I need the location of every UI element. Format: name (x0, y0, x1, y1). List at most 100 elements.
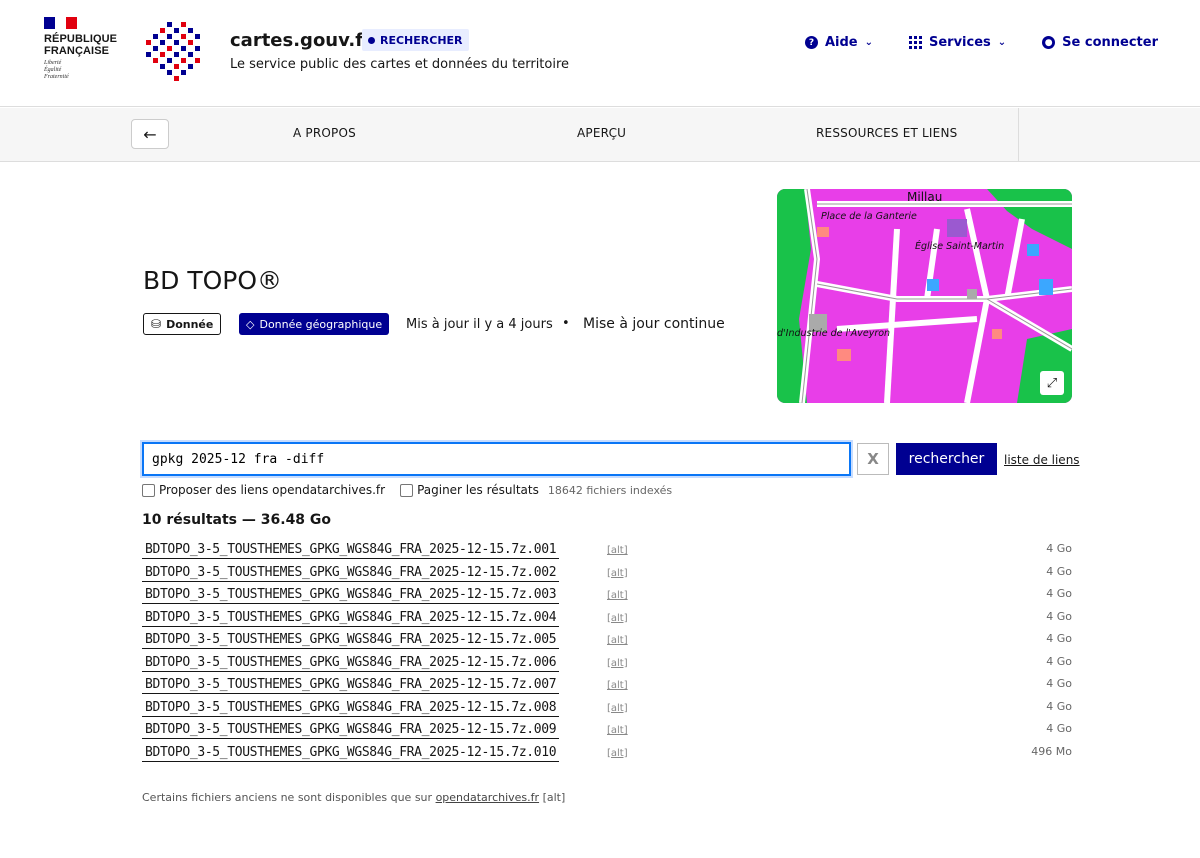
result-file-size: 4 Go (1046, 722, 1072, 735)
paginate-checkbox[interactable] (400, 483, 414, 497)
services-menu-button[interactable]: Services ⌄ (908, 35, 1006, 50)
result-file-size: 4 Go (1046, 587, 1072, 600)
map-label-street: d'Industrie de l'Aveyron (777, 328, 890, 339)
update-frequency: Mise à jour continue (583, 316, 725, 332)
expand-map-button[interactable]: ⤢ (1040, 371, 1064, 395)
tab-a-propos[interactable]: A PROPOS (293, 126, 356, 140)
republic-motto: Liberté Égalité Fraternité (44, 60, 134, 81)
section-nav: ← A PROPOS APERÇU RESSOURCES ET LIENS (0, 108, 1200, 162)
result-file-link[interactable]: BDTOPO_3-5_TOUSTHEMES_GPKG_WGS84G_FRA_20… (142, 700, 560, 717)
page-title: BD TOPO® (143, 266, 283, 295)
back-button[interactable]: ← (131, 119, 169, 149)
badge-donnee-label: Donnée (166, 317, 214, 331)
result-file-size: 4 Go (1046, 632, 1072, 645)
apps-grid-icon (908, 36, 922, 49)
option-opendatarchives[interactable]: Proposer des liens opendatarchives.fr (142, 483, 385, 497)
map-pin-icon: ◇ (246, 317, 255, 331)
result-file-link[interactable]: BDTOPO_3-5_TOUSTHEMES_GPKG_WGS84G_FRA_20… (142, 565, 560, 582)
result-row: BDTOPO_3-5_TOUSTHEMES_GPKG_WGS84G_FRA_20… (142, 675, 1072, 698)
result-alt-link[interactable]: [alt] (607, 545, 628, 556)
result-file-link[interactable]: BDTOPO_3-5_TOUSTHEMES_GPKG_WGS84G_FRA_20… (142, 542, 560, 559)
result-alt-link[interactable]: [alt] (607, 568, 628, 579)
option-paginate[interactable]: Paginer les résultats (400, 483, 539, 497)
site-title[interactable]: cartes.gouv.fr (230, 30, 372, 51)
result-file-link[interactable]: BDTOPO_3-5_TOUSTHEMES_GPKG_WGS84G_FRA_20… (142, 677, 560, 694)
map-label-church: Église Saint-Martin (915, 240, 1004, 252)
result-file-size: 4 Go (1046, 564, 1072, 578)
result-file-link[interactable]: BDTOPO_3-5_TOUSTHEMES_GPKG_WGS84G_FRA_20… (142, 655, 560, 672)
result-row: BDTOPO_3-5_TOUSTHEMES_GPKG_WGS84G_FRA_20… (142, 585, 1072, 608)
result-file-size: 4 Go (1046, 677, 1072, 690)
separator-bullet: • (562, 316, 570, 331)
result-alt-link[interactable]: [alt] (607, 635, 628, 646)
chevron-down-icon: ⌄ (864, 37, 873, 48)
republic-line-2: FRANÇAISE (44, 45, 110, 57)
help-label: Aide (824, 35, 858, 50)
result-alt-link[interactable]: [alt] (607, 725, 628, 736)
expand-icon: ⤢ (1046, 375, 1058, 391)
opendatarchives-label: Proposer des liens opendatarchives.fr (159, 483, 386, 497)
result-row: BDTOPO_3-5_TOUSTHEMES_GPKG_WGS84G_FRA_20… (142, 653, 1072, 676)
search-options: Proposer des liens opendatarchives.fr Pa… (142, 483, 672, 497)
paginate-label: Paginer les résultats (417, 483, 539, 497)
user-circle-icon: ● (1042, 36, 1056, 49)
login-button[interactable]: ● Se connecter (1042, 35, 1158, 50)
help-menu-button[interactable]: ? Aide ⌄ (804, 35, 873, 50)
footnote: Certains fichiers anciens ne sont dispon… (142, 791, 565, 804)
database-icon: ⛁ (151, 317, 162, 331)
subnav-divider (1018, 108, 1019, 162)
result-file-size: 4 Go (1046, 654, 1072, 668)
result-row: BDTOPO_3-5_TOUSTHEMES_GPKG_WGS84G_FRA_20… (142, 540, 1072, 563)
result-file-link[interactable]: BDTOPO_3-5_TOUSTHEMES_GPKG_WGS84G_FRA_20… (142, 722, 560, 739)
result-alt-link[interactable]: [alt] (607, 680, 628, 691)
result-alt-link[interactable]: [alt] (607, 613, 628, 624)
tab-apercu[interactable]: APERÇU (577, 126, 626, 140)
motto-liberte: Liberté (44, 60, 62, 66)
badge-donnee-geographique: ◇ Donnée géographique (239, 313, 390, 335)
motto-egalite: Égalité (44, 67, 62, 73)
links-list-link[interactable]: liste de liens (1004, 453, 1080, 467)
arrow-left-icon: ← (143, 124, 157, 144)
map-label-place: Place de la Ganterie (821, 211, 917, 222)
result-file-link[interactable]: BDTOPO_3-5_TOUSTHEMES_GPKG_WGS84G_FRA_20… (142, 745, 560, 762)
french-flag-icon (44, 17, 77, 29)
result-file-link[interactable]: BDTOPO_3-5_TOUSTHEMES_GPKG_WGS84G_FRA_20… (142, 632, 560, 649)
result-alt-link[interactable]: [alt] (607, 590, 628, 601)
search-pill-button[interactable]: RECHERCHER (362, 29, 469, 51)
result-file-size: 4 Go (1046, 542, 1072, 555)
result-file-link[interactable]: BDTOPO_3-5_TOUSTHEMES_GPKG_WGS84G_FRA_20… (142, 587, 560, 604)
result-alt-link[interactable]: [alt] (607, 658, 628, 669)
question-circle-icon: ? (804, 36, 818, 49)
clear-search-button[interactable]: X (857, 443, 889, 475)
footnote-alt-link[interactable]: [alt] (543, 791, 566, 804)
tab-ressources-et-liens[interactable]: RESSOURCES ET LIENS (816, 126, 957, 140)
map-canvas: Millau Place de la Ganterie Église Saint… (777, 189, 1072, 403)
search-icon (368, 36, 375, 44)
result-row: BDTOPO_3-5_TOUSTHEMES_GPKG_WGS84G_FRA_20… (142, 563, 1072, 586)
opendatarchives-link[interactable]: opendatarchives.fr (436, 791, 540, 804)
login-label: Se connecter (1062, 35, 1158, 50)
badge-geo-label: Donnée géographique (259, 317, 383, 331)
site-header: RÉPUBLIQUE FRANÇAISE Liberté Égalité Fra… (0, 0, 1200, 107)
republique-francaise-logo[interactable]: RÉPUBLIQUE FRANÇAISE Liberté Égalité Fra… (44, 17, 134, 81)
search-submit-button[interactable]: rechercher (896, 443, 997, 475)
map-preview[interactable]: Millau Place de la Ganterie Église Saint… (777, 189, 1072, 403)
results-summary: 10 résultats — 36.48 Go (142, 512, 332, 528)
result-row: BDTOPO_3-5_TOUSTHEMES_GPKG_WGS84G_FRA_20… (142, 630, 1072, 653)
services-label: Services (928, 35, 991, 50)
result-alt-link[interactable]: [alt] (607, 703, 628, 714)
result-row: BDTOPO_3-5_TOUSTHEMES_GPKG_WGS84G_FRA_20… (142, 720, 1072, 743)
result-file-size: 4 Go (1046, 609, 1072, 623)
header-nav: ? Aide ⌄ Services ⌄ ● Se connecter (804, 35, 1158, 50)
result-file-link[interactable]: BDTOPO_3-5_TOUSTHEMES_GPKG_WGS84G_FRA_20… (142, 610, 560, 627)
motto-fraternite: Fraternité (44, 74, 69, 80)
search-input[interactable] (140, 440, 853, 478)
opendatarchives-checkbox[interactable] (142, 483, 155, 497)
result-row: BDTOPO_3-5_TOUSTHEMES_GPKG_WGS84G_FRA_20… (142, 743, 1072, 766)
cartes-logo-icon[interactable] (146, 22, 202, 82)
search-pill-label: RECHERCHER (380, 33, 463, 47)
republic-line-1: RÉPUBLIQUE (44, 33, 118, 45)
result-alt-link[interactable]: [alt] (607, 748, 628, 759)
republic-name: RÉPUBLIQUE FRANÇAISE (44, 33, 134, 57)
footnote-text: Certains fichiers anciens ne sont dispon… (142, 791, 433, 804)
